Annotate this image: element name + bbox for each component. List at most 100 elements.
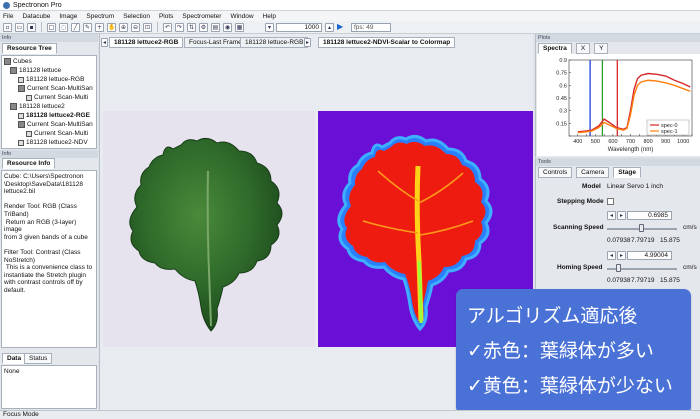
cube-icon (4, 58, 11, 65)
save-icon[interactable]: ▪ (27, 22, 36, 32)
left-dock: Info Resource Tree Cubes 181128 lettuce … (0, 34, 98, 410)
settings-icon[interactable]: ⚙ (199, 22, 208, 32)
tab-data[interactable]: Data (2, 353, 27, 364)
scanning-speed-unlock-icon[interactable]: ▸ (617, 211, 626, 220)
data-value: None (1, 365, 97, 409)
tab-x[interactable]: X (575, 43, 591, 54)
frame-decrease-icon[interactable]: ▾ (265, 23, 274, 32)
overlay-title: アルゴリズム適応後 (467, 305, 638, 327)
chart-background (537, 54, 700, 156)
play-icon[interactable]: ▶ (337, 22, 347, 32)
flip-icon[interactable]: ⇅ (187, 22, 196, 32)
menu-image[interactable]: Image (59, 13, 77, 20)
x-tick-label: 600 (608, 139, 617, 145)
new-icon[interactable]: ▫ (3, 22, 12, 32)
frame-count-input[interactable]: 1000 (276, 23, 322, 32)
homing-speed-unlock-icon[interactable]: ▸ (617, 251, 626, 260)
tab-y[interactable]: Y (594, 43, 609, 54)
tree-item[interactable]: 181128 lettuce2 (10, 103, 65, 110)
menu-window[interactable]: Window (230, 13, 253, 20)
tab-controls[interactable]: Controls (538, 167, 573, 178)
rgb-image[interactable] (103, 111, 315, 347)
scanning-speed-min: 0.07938 (607, 237, 631, 244)
fps-input[interactable]: fps: 49 (351, 23, 391, 32)
tab-stage[interactable]: Stage (613, 167, 641, 178)
overlay-yellow-note: ✓黄色：葉緑体が少ない (467, 375, 673, 397)
app-icon (3, 1, 10, 9)
tab-scroll-right-icon[interactable]: ▸ (304, 38, 311, 47)
menu-file[interactable]: File (3, 13, 13, 20)
zoom-fit-icon[interactable]: ⊡ (143, 22, 152, 32)
pencil-icon[interactable]: ✎ (83, 22, 92, 32)
model-value[interactable]: Linear Servo 1 inch (607, 183, 663, 190)
x-tick-label: 500 (591, 139, 600, 145)
chart-icon[interactable]: ▤ (211, 22, 220, 32)
tab-status[interactable]: Status (24, 353, 53, 364)
menu-datacube[interactable]: Datacube (22, 13, 50, 20)
tab-resource-tree[interactable]: Resource Tree (2, 43, 57, 54)
title-bar: Spectronon Pro (0, 0, 700, 11)
menu-selection[interactable]: Selection (123, 13, 150, 20)
menu-plots[interactable]: Plots (159, 13, 173, 20)
homing-speed-slider-handle[interactable] (615, 264, 621, 272)
zoom-out-icon[interactable]: ⊖ (131, 22, 140, 32)
tab-lettuce2-rgb[interactable]: 181128 lettuce2-RGB (109, 37, 184, 48)
tab-lettuce-rgb[interactable]: 181128 lettuce-RGB (240, 37, 309, 48)
tab-focus-last-frame[interactable]: Focus-Last Frame (184, 37, 247, 48)
tab-spectra[interactable]: Spectra (538, 43, 572, 54)
tree-item[interactable]: 181128 lettuce-RGB (18, 76, 84, 83)
stepping-mode-label: Stepping Mode (557, 198, 604, 205)
x-axis-label: Wavelength (nm) (608, 147, 653, 153)
tab-ndvi-colormap[interactable]: 181128 lettuce2-NDVI-Scalar to Colormap (318, 37, 456, 48)
scanning-speed-lock-icon[interactable]: ◂ (607, 211, 616, 220)
hand-icon[interactable]: ✋ (107, 22, 116, 32)
open-icon[interactable]: ▭ (15, 22, 24, 32)
tree-item-selected[interactable]: 181128 lettuce2-RGE (18, 112, 90, 119)
homing-speed-input[interactable]: 4.99004 (627, 251, 672, 260)
tab-camera[interactable]: Camera (576, 167, 610, 178)
homing-speed-lock-icon[interactable]: ◂ (607, 251, 616, 260)
camera-icon[interactable]: ◉ (223, 22, 232, 32)
frame-increase-icon[interactable]: ▴ (325, 23, 334, 32)
select-line-icon[interactable]: ╱ (71, 22, 80, 32)
image-icon (26, 94, 32, 101)
scanning-speed-input[interactable]: 0.6985 (627, 211, 672, 220)
tree-item[interactable]: Current Scan-Multi (26, 94, 88, 101)
x-tick-label: 1000 (677, 139, 689, 145)
scanning-speed-label: Scanning Speed (553, 224, 604, 231)
toolbar: ▫ ▭ ▪ □ ◌ ╱ ✎ + ✋ ⊕ ⊖ ⊡ ↶ ↷ ⇅ ⚙ ▤ ◉ ▦ (0, 21, 700, 34)
tab-resource-info[interactable]: Resource Info (2, 158, 56, 169)
select-lasso-icon[interactable]: ◌ (59, 22, 68, 32)
y-tick-label: 0.45 (556, 96, 567, 102)
dock-title: Info (0, 150, 98, 158)
app-title: Spectronon Pro (13, 1, 62, 9)
cube-icon (10, 67, 17, 74)
tree-item[interactable]: 181128 lettuce2-NDV (18, 139, 88, 146)
crosshair-icon[interactable]: + (95, 22, 104, 32)
menu-spectrum[interactable]: Spectrum (86, 13, 114, 20)
select-rect-icon[interactable]: □ (47, 22, 56, 32)
resource-tree: Cubes 181128 lettuce 181128 lettuce-RGB … (1, 55, 97, 149)
tree-item[interactable]: Cubes (4, 58, 32, 65)
tree-item[interactable]: 181128 lettuce (10, 67, 61, 74)
toolbar-divider (41, 22, 42, 32)
tree-item[interactable]: Current Scan-Multi (26, 130, 88, 137)
status-bar: Focus Mode (0, 410, 700, 419)
tree-item[interactable]: Current Scan-MultiSan (18, 121, 93, 128)
scanning-speed-mid: 7.79719 (631, 237, 655, 244)
rotate-right-icon[interactable]: ↷ (175, 22, 184, 32)
spectra-chart[interactable]: 400 500 600 700 800 900 1000 0.15 0.3 0.45 0.6 0.75… (537, 54, 700, 156)
tree-item[interactable]: Current Scan-MultiSan (18, 85, 93, 92)
menu-spectrometer[interactable]: Spectrometer (182, 13, 221, 20)
grid-icon[interactable]: ▦ (235, 22, 244, 32)
image-icon (18, 139, 24, 146)
rotate-left-icon[interactable]: ↶ (163, 22, 172, 32)
homing-speed-label: Homing Speed (557, 264, 603, 271)
menu-help[interactable]: Help (263, 13, 276, 20)
stepping-mode-checkbox[interactable] (607, 198, 614, 205)
homing-speed-max: 15.875 (660, 277, 680, 284)
zoom-in-icon[interactable]: ⊕ (119, 22, 128, 32)
tab-scroll-left-icon[interactable]: ◂ (101, 38, 108, 47)
scanning-speed-max: 15.875 (660, 237, 680, 244)
scanning-speed-slider-handle[interactable] (639, 224, 645, 232)
